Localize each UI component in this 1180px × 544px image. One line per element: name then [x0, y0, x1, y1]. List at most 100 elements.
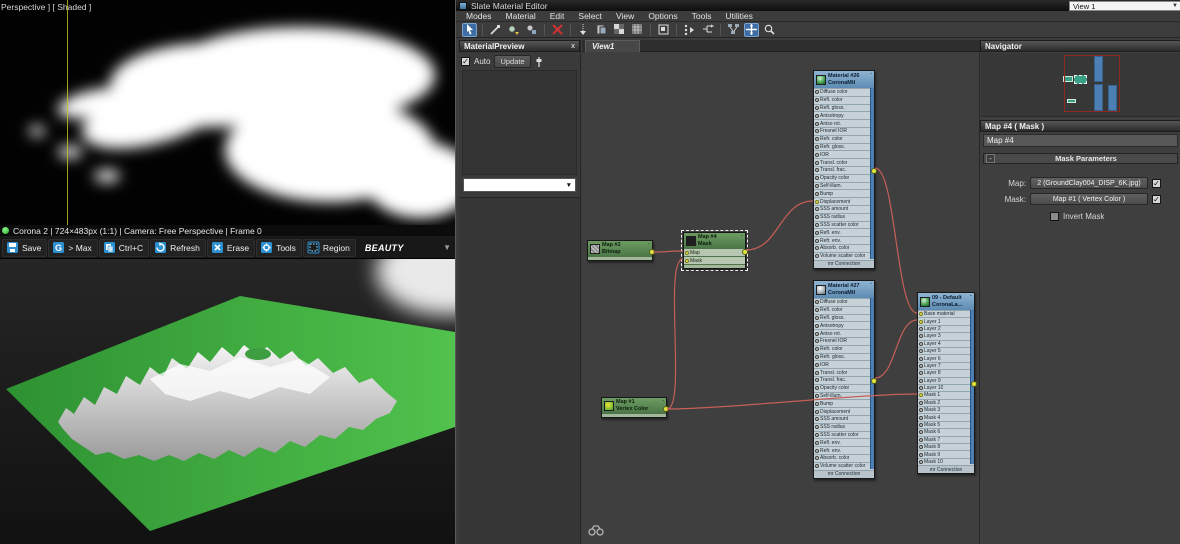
node-socket[interactable]: Refr. color [814, 135, 874, 143]
update-button[interactable]: Update [494, 55, 530, 68]
view-selector-combobox[interactable]: View 1 ▼ [1069, 1, 1180, 11]
socket-dot[interactable] [815, 153, 819, 157]
vfb-button-save[interactable]: Save [2, 239, 47, 257]
socket-dot[interactable] [919, 445, 923, 449]
socket-dot[interactable] [919, 349, 923, 353]
node-map2[interactable]: Map #2Bitmap- [587, 240, 653, 261]
node-output-socket[interactable] [871, 378, 877, 384]
socket-dot[interactable] [815, 161, 819, 165]
node-socket[interactable]: Layer 6 [918, 354, 974, 361]
node-socket[interactable]: Refr. env. [814, 446, 874, 454]
node-socket[interactable]: IOR [814, 150, 874, 158]
node-socket[interactable]: Transl. frac. [814, 166, 874, 174]
node-socket[interactable]: SSS amount [814, 205, 874, 213]
socket-dot[interactable] [919, 408, 923, 412]
socket-dot[interactable] [815, 168, 819, 172]
socket-dot[interactable] [919, 430, 923, 434]
list-view-icon[interactable] [682, 23, 697, 37]
node-socket[interactable]: Map [684, 248, 745, 256]
vfb-button-tools[interactable]: Tools [256, 239, 302, 257]
select-tool-icon[interactable] [462, 23, 477, 37]
socket-dot[interactable] [919, 342, 923, 346]
menu-material[interactable]: Material [506, 11, 536, 21]
node-socket[interactable]: IOR [814, 360, 874, 368]
invert-mask-checkbox[interactable]: ✓ [1050, 212, 1059, 221]
pick-material-eyedropper-icon[interactable] [488, 23, 503, 37]
preview-object-dropdown[interactable]: ▼ [463, 178, 576, 192]
node-output-socket[interactable] [871, 168, 877, 174]
socket-dot[interactable] [919, 386, 923, 390]
node-socket[interactable]: Mask 6 [918, 428, 974, 435]
vfb-dropdown-arrow-icon[interactable]: ▼ [443, 243, 451, 252]
map-enable-checkbox[interactable]: ✓ [1152, 179, 1161, 188]
node-socket[interactable]: Refr. env. [814, 236, 874, 244]
node-socket[interactable]: Layer 4 [918, 340, 974, 347]
node-socket[interactable]: Mask 9 [918, 450, 974, 457]
node-socket[interactable]: Layer 2 [918, 325, 974, 332]
node-socket[interactable]: Layer 9 [918, 377, 974, 384]
socket-dot[interactable] [815, 339, 819, 343]
show-maps-checker-icon[interactable] [612, 23, 627, 37]
socket-dot-connected[interactable] [919, 320, 923, 324]
socket-dot-connected[interactable] [815, 200, 819, 204]
node-socket[interactable]: Refr. color [814, 345, 874, 353]
node-socket[interactable]: Layer 10 [918, 384, 974, 391]
node-socket[interactable]: Refl. env. [814, 228, 874, 236]
navigator-rect-view[interactable] [1064, 55, 1120, 112]
socket-dot[interactable] [815, 254, 819, 258]
socket-dot[interactable] [815, 425, 819, 429]
socket-dot[interactable] [815, 316, 819, 320]
node-footer-mr-connection[interactable]: mr Connection [814, 470, 874, 478]
node-socket[interactable]: Transl. color [814, 368, 874, 376]
tab-view1[interactable]: View1 [585, 40, 640, 52]
menu-view[interactable]: View [616, 11, 634, 21]
node-socket[interactable]: Mask [684, 256, 745, 264]
node-mat26[interactable]: Material #26CoronaMtl-Diffuse colorRefl.… [813, 70, 875, 269]
socket-dot[interactable] [815, 464, 819, 468]
node-socket[interactable]: Anisotropy [814, 321, 874, 329]
navigator-header[interactable]: Navigator [980, 40, 1180, 52]
node-socket[interactable]: SSS radius [814, 213, 874, 221]
parameter-panel-header[interactable]: Map #4 ( Mask ) [980, 120, 1180, 132]
delete-selected-icon[interactable] [550, 23, 565, 37]
close-icon[interactable]: x [571, 43, 575, 50]
mask-slot-button[interactable]: Map #1 ( Vertex Color ) [1030, 193, 1148, 205]
node-socket[interactable]: Opacity color [814, 174, 874, 182]
auto-update-checkbox[interactable]: ✓ [461, 57, 470, 66]
node-output-socket[interactable] [649, 249, 655, 255]
menu-options[interactable]: Options [648, 11, 677, 21]
node-socket[interactable]: Layer 3 [918, 332, 974, 339]
socket-dot-connected[interactable] [685, 251, 689, 255]
socket-dot[interactable] [919, 327, 923, 331]
vfb-button-gmax[interactable]: G> Max [48, 239, 97, 257]
material-preview-canvas[interactable] [462, 70, 577, 175]
viewport-label[interactable]: Perspective ] [ Shaded ] [1, 2, 91, 12]
socket-dot[interactable] [815, 239, 819, 243]
mask-parameters-rollout[interactable]: - Mask Parameters [983, 153, 1178, 164]
node-socket[interactable]: Mask 10 [918, 458, 974, 465]
render-element-label[interactable]: BEAUTY [365, 243, 404, 253]
node-socket[interactable]: SSS radius [814, 423, 874, 431]
socket-dot[interactable] [815, 98, 819, 102]
node-socket[interactable]: Refl. color [814, 306, 874, 314]
material-preview-header[interactable]: MaterialPreview x [459, 40, 580, 52]
socket-dot-connected[interactable] [919, 312, 923, 316]
node-socket[interactable]: Self-illum. [814, 182, 874, 190]
assign-material-icon[interactable] [506, 23, 521, 37]
socket-dot[interactable] [815, 184, 819, 188]
node-socket[interactable]: Volume scatter color [814, 462, 874, 470]
node-socket[interactable]: Diffuse color [814, 298, 874, 306]
node-socket[interactable]: Anisotropy [814, 111, 874, 119]
socket-dot[interactable] [815, 456, 819, 460]
socket-dot[interactable] [919, 357, 923, 361]
material-name-field[interactable]: Map #4 [983, 134, 1178, 147]
menu-utilities[interactable]: Utilities [725, 11, 752, 21]
node-output-socket[interactable] [971, 381, 977, 387]
node-socket[interactable]: Mask 4 [918, 413, 974, 420]
paste-clipboard-icon[interactable] [594, 23, 609, 37]
menu-modes[interactable]: Modes [466, 11, 492, 21]
socket-dot[interactable] [815, 324, 819, 328]
node-socket[interactable]: Mask 3 [918, 406, 974, 413]
node-socket[interactable]: SSS scatter color [814, 431, 874, 439]
socket-dot[interactable] [919, 416, 923, 420]
